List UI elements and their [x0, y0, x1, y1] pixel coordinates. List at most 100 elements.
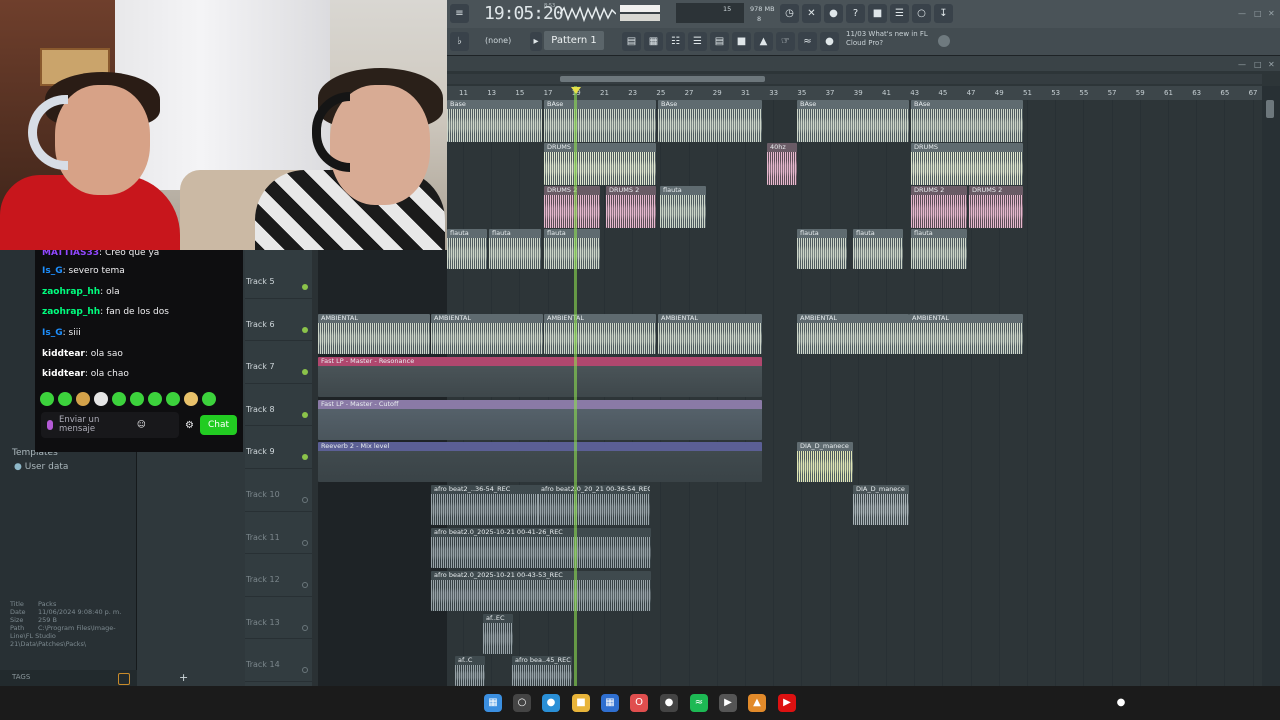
- news-panel[interactable]: 11/03 What's new in FL Cloud Pro?: [846, 30, 928, 48]
- chat-input[interactable]: Enviar un mensaje ☺: [41, 412, 179, 439]
- audio-clip[interactable]: AMBIENTAL: [658, 314, 762, 354]
- news-icon[interactable]: [938, 35, 950, 47]
- automation-clip[interactable]: Fast LP - Master - Cutoff: [318, 400, 762, 440]
- chat-send-button[interactable]: Chat: [199, 415, 237, 436]
- snap-icon[interactable]: ♭: [450, 32, 469, 51]
- audio-clip[interactable]: flauta: [853, 229, 903, 269]
- audio-clip[interactable]: afro beat2.0_2025-10-21 00-43-53_REC: [431, 571, 651, 611]
- track-header[interactable]: Track 14: [245, 639, 312, 682]
- mixer-icon[interactable]: ☰: [688, 32, 707, 51]
- help-icon[interactable]: ?: [846, 4, 865, 23]
- audio-clip[interactable]: DRUMS: [544, 143, 656, 185]
- browser-icon[interactable]: ▤: [710, 32, 729, 51]
- emote-icon[interactable]: [94, 392, 108, 407]
- scroll-thumb[interactable]: [560, 76, 765, 82]
- scroll-thumb[interactable]: [1266, 100, 1274, 118]
- plugin-picker-icon[interactable]: ▲: [754, 32, 773, 51]
- windows-start-icon[interactable]: ▦: [484, 694, 502, 712]
- audio-clip[interactable]: afro beat2.0_2025-10-21 00-41-26_REC: [431, 528, 651, 568]
- close-icon[interactable]: ✕: [1268, 9, 1275, 18]
- media-player-icon[interactable]: ▶: [719, 694, 737, 712]
- search-icon[interactable]: ○: [513, 694, 531, 712]
- playhead[interactable]: [574, 86, 577, 686]
- emoji-icon[interactable]: ☺: [137, 420, 146, 430]
- track-mute-led[interactable]: [302, 411, 308, 418]
- maximize-icon[interactable]: □: [1254, 60, 1262, 69]
- download-icon[interactable]: ↧: [934, 4, 953, 23]
- audio-clip[interactable]: BAse: [544, 100, 656, 142]
- wifi-icon[interactable]: ●: [1112, 694, 1130, 712]
- audio-clip[interactable]: DRUMS 2: [911, 186, 967, 228]
- emote-icon[interactable]: [76, 392, 90, 407]
- track-header[interactable]: Track 7: [245, 341, 312, 384]
- github-icon[interactable]: ●: [660, 694, 678, 712]
- edge-icon[interactable]: ●: [542, 694, 560, 712]
- minimize-icon[interactable]: —: [1238, 9, 1246, 18]
- audio-clip[interactable]: DRUMS 2: [969, 186, 1023, 228]
- audio-clip[interactable]: af..EC: [483, 614, 513, 654]
- track-mute-led[interactable]: [302, 539, 308, 546]
- audio-clip[interactable]: flauta: [911, 229, 967, 269]
- metronome-icon[interactable]: ◷: [780, 4, 799, 23]
- save-icon[interactable]: ■: [868, 4, 887, 23]
- audio-clip[interactable]: flauta: [797, 229, 847, 269]
- plugin-icon[interactable]: ■: [732, 32, 751, 51]
- emote-icon[interactable]: [166, 392, 180, 407]
- snap-dropdown[interactable]: (none): [485, 34, 511, 48]
- channel-rack-icon[interactable]: ☷: [666, 32, 685, 51]
- add-track-icon[interactable]: +: [179, 671, 188, 684]
- playlist-icon[interactable]: ▤: [622, 32, 641, 51]
- emote-icon[interactable]: [130, 392, 144, 407]
- emote-icon[interactable]: [202, 392, 216, 407]
- wave-icon[interactable]: ≈: [798, 32, 817, 51]
- track-header[interactable]: Track 9: [245, 426, 312, 469]
- track-header[interactable]: Track 10: [245, 469, 312, 512]
- minimize-icon[interactable]: —: [1238, 60, 1246, 69]
- chat-icon[interactable]: ○: [912, 4, 931, 23]
- emote-icon[interactable]: [148, 392, 162, 407]
- audio-clip[interactable]: 40hz: [767, 143, 797, 185]
- pattern-selector[interactable]: Pattern 1: [544, 31, 604, 50]
- fl-studio-icon[interactable]: ▲: [748, 694, 766, 712]
- track-mute-led[interactable]: [302, 369, 308, 376]
- track-header[interactable]: Track 6: [245, 299, 312, 342]
- automation-clip[interactable]: Reeverb 2 - Mix level: [318, 442, 762, 482]
- track-mute-led[interactable]: [302, 624, 308, 631]
- pattern-arrow-icon[interactable]: ▸: [530, 32, 542, 51]
- microphone-icon[interactable]: ●: [824, 4, 843, 23]
- track-mute-led[interactable]: [302, 284, 308, 290]
- maximize-icon[interactable]: □: [1254, 9, 1262, 18]
- vertical-scrollbar[interactable]: [1262, 86, 1280, 686]
- close-icon[interactable]: ✕: [1268, 60, 1275, 69]
- track-mute-led[interactable]: [302, 667, 308, 674]
- audio-clip[interactable]: AMBIENTAL: [909, 314, 1023, 354]
- mixer-icon[interactable]: ☰: [890, 4, 909, 23]
- piano-roll-icon[interactable]: ▦: [644, 32, 663, 51]
- audio-clip[interactable]: flauta: [447, 229, 487, 269]
- audio-clip[interactable]: DRUMS: [911, 143, 1023, 185]
- emote-icon[interactable]: [184, 392, 198, 407]
- audio-clip[interactable]: AMBIENTAL: [431, 314, 543, 354]
- audio-clip[interactable]: BAse: [797, 100, 909, 142]
- track-header[interactable]: Track 13: [245, 597, 312, 640]
- emote-icon[interactable]: [40, 392, 54, 407]
- audio-clip[interactable]: afro bea..45_REC: [512, 656, 572, 686]
- track-mute-led[interactable]: [302, 326, 308, 333]
- emote-icon[interactable]: [58, 392, 72, 407]
- explorer-icon[interactable]: ■: [572, 694, 590, 712]
- microphone-icon[interactable]: [47, 420, 53, 431]
- opera-icon[interactable]: O: [630, 694, 648, 712]
- audio-clip[interactable]: flauta: [544, 229, 600, 269]
- edison-icon[interactable]: ●: [820, 32, 839, 51]
- audio-clip[interactable]: AMBIENTAL: [544, 314, 656, 354]
- playhead-marker[interactable]: [571, 87, 581, 94]
- audio-clip[interactable]: flauta: [489, 229, 541, 269]
- gear-icon[interactable]: ⚙: [185, 420, 194, 431]
- audio-clip[interactable]: DIA_D_manece: [797, 442, 853, 482]
- audio-clip[interactable]: AMBIENTAL: [797, 314, 909, 354]
- search-icon[interactable]: [118, 673, 130, 685]
- audio-clip[interactable]: DIA_D_manece: [853, 485, 909, 525]
- spotify-icon[interactable]: ≈: [690, 694, 708, 712]
- audio-clip[interactable]: af..C: [455, 656, 485, 686]
- audio-clip[interactable]: flauta: [660, 186, 706, 228]
